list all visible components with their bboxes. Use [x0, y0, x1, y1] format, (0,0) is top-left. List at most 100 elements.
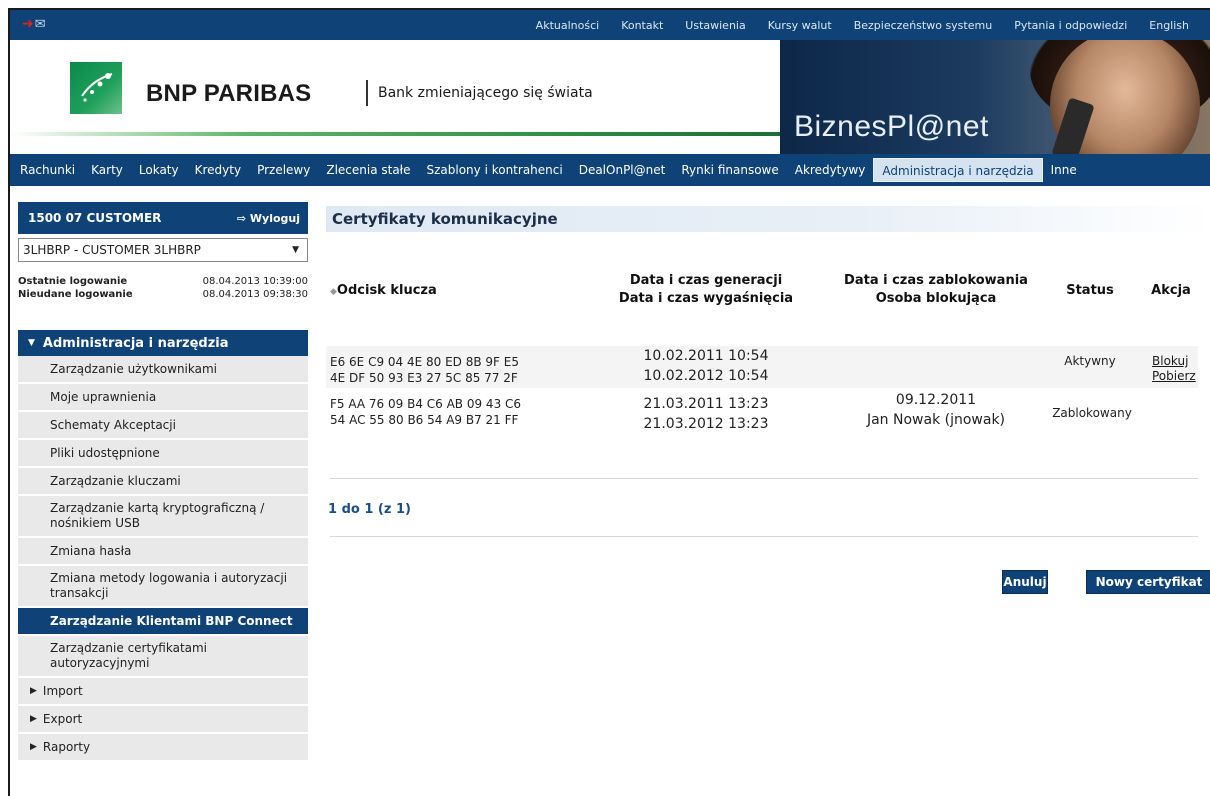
- logout-arrow-icon: ⇨: [236, 211, 250, 225]
- main-content: Certyfikaty komunikacyjne ◆Odcisk klucza…: [326, 206, 1210, 594]
- menu-item-users[interactable]: Zarządzanie użytkownikami: [18, 356, 308, 384]
- app-window: ➜✉ Aktualności Kontakt Ustawienia Kursy …: [8, 8, 1210, 796]
- new-certificate-button[interactable]: Nowy certyfikat: [1086, 570, 1210, 594]
- blocked-by: Jan Nowak (jnowak): [866, 412, 1006, 428]
- nav-other[interactable]: Inne: [1043, 158, 1085, 182]
- exit-envelope-icon[interactable]: ➜✉: [22, 16, 46, 33]
- failed-login-value: 08.04.2013 09:38:30: [202, 289, 308, 300]
- sort-icon: ◆: [330, 287, 337, 297]
- menu-item-reports[interactable]: ▶ Raporty: [18, 734, 308, 762]
- expires-date: 10.02.2012 10:54: [643, 368, 769, 384]
- menu-item-reports-label: Raporty: [42, 739, 91, 754]
- col-header-blocked-label: Data i czas zablokowania: [844, 273, 1028, 288]
- user-name: 1500 07 CUSTOMER: [28, 211, 162, 225]
- menu-section-label: Administracja i narzędzia: [42, 335, 229, 351]
- header-banner-image: BiznesPl@net: [780, 40, 1210, 160]
- generated-date: 10.02.2011 10:54: [643, 348, 769, 364]
- menu-item-import-label: Import: [42, 683, 83, 698]
- menu-item-import[interactable]: ▶ Import: [18, 678, 308, 706]
- page-title-bar: Certyfikaty komunikacyjne: [326, 206, 1210, 232]
- col-header-action: Akcja: [1151, 283, 1191, 298]
- menu-item-shared-files[interactable]: Pliki udostępnione: [18, 440, 308, 468]
- menu-section-administration[interactable]: ▼ Administracja i narzędzia: [18, 330, 308, 356]
- account-select[interactable]: 3LHBRP - CUSTOMER 3LHBRP ▼: [18, 238, 308, 262]
- nav-administration[interactable]: Administracja i narzędzia: [873, 158, 1043, 182]
- collapsed-triangle-icon: ▶: [30, 741, 37, 752]
- generated-cell: 10.02.2011 10:54 10.02.2012 10:54: [596, 346, 816, 386]
- top-nav-contact[interactable]: Kontakt: [610, 19, 674, 32]
- nav-deposits[interactable]: Lokaty: [131, 158, 187, 182]
- nav-templates[interactable]: Szablony i kontrahenci: [418, 158, 570, 182]
- menu-item-key-management[interactable]: Zarządzanie kluczami: [18, 468, 308, 496]
- top-nav-settings[interactable]: Ustawienia: [674, 19, 756, 32]
- top-nav: Aktualności Kontakt Ustawienia Kursy wal…: [525, 10, 1200, 40]
- menu-item-my-permissions[interactable]: Moje uprawnienia: [18, 384, 308, 412]
- table-row: E6 6E C9 04 4E 80 ED 8B 9F E5 4E DF 50 9…: [326, 346, 1198, 388]
- top-nav-faq[interactable]: Pytania i odpowiedzi: [1003, 19, 1138, 32]
- top-nav-english[interactable]: English: [1138, 19, 1200, 32]
- table-row: F5 AA 76 09 B4 C6 AB 09 43 C6 54 AC 55 8…: [326, 390, 1198, 438]
- col-header-blocked: Data i czas zablokowania Osoba blokująca: [826, 272, 1046, 308]
- nav-standing-orders[interactable]: Zlecenia stałe: [318, 158, 418, 182]
- col-header-generated: Data i czas generacji Data i czas wygaśn…: [596, 272, 816, 308]
- side-menu: ▼ Administracja i narzędzia Zarządzanie …: [18, 330, 308, 762]
- divider: [330, 478, 1198, 479]
- fingerprint-line-2: 4E DF 50 93 E3 27 5C 85 77 2F: [330, 371, 518, 385]
- product-name: BiznesPl@net: [794, 110, 989, 143]
- menu-item-bnp-connect[interactable]: Zarządzanie Klientami BNP Connect: [18, 608, 308, 636]
- action-cell: Blokuj Pobierz: [1152, 354, 1196, 384]
- menu-item-export[interactable]: ▶ Export: [18, 706, 308, 734]
- fingerprint-cell: F5 AA 76 09 B4 C6 AB 09 43 C6 54 AC 55 8…: [330, 396, 521, 428]
- pagination: 1 do 1 (z 1): [328, 502, 411, 517]
- nav-letters-of-credit[interactable]: Akredytywy: [787, 158, 874, 182]
- nav-accounts[interactable]: Rachunki: [12, 158, 83, 182]
- nav-cards[interactable]: Karty: [83, 158, 131, 182]
- top-nav-news[interactable]: Aktualności: [525, 19, 611, 32]
- generated-date: 21.03.2011 13:23: [643, 396, 769, 412]
- nav-transfers[interactable]: Przelewy: [249, 158, 318, 182]
- col-header-blocker-label: Osoba blokująca: [875, 291, 997, 306]
- cancel-button[interactable]: Anuluj: [1002, 570, 1048, 594]
- col-header-fingerprint[interactable]: ◆Odcisk klucza: [330, 282, 437, 301]
- sidebar: 1500 07 CUSTOMER ⇨ Wyloguj 3LHBRP - CUST…: [18, 202, 308, 762]
- generated-cell: 21.03.2011 13:23 21.03.2012 13:23: [596, 394, 816, 434]
- menu-item-login-method[interactable]: Zmiana metody logowania i autoryzacji tr…: [18, 566, 308, 608]
- header: BNP PARIBAS Bank zmieniającego się świat…: [10, 40, 1210, 160]
- menu-item-export-label: Export: [42, 711, 83, 726]
- divider: [330, 536, 1198, 537]
- blocked-date: 09.12.2011: [895, 392, 977, 408]
- expires-date: 21.03.2012 13:23: [643, 416, 769, 432]
- nav-loans[interactable]: Kredyty: [187, 158, 249, 182]
- col-header-expires-label: Data i czas wygaśnięcia: [618, 291, 794, 306]
- logout-label: Wyloguj: [249, 211, 300, 225]
- status-cell: Zablokowany: [1052, 406, 1132, 420]
- green-rule: [10, 132, 790, 136]
- user-box: 1500 07 CUSTOMER ⇨ Wyloguj: [18, 202, 308, 234]
- brand-name: BNP PARIBAS: [146, 80, 312, 107]
- logout-link[interactable]: ⇨ Wyloguj: [237, 212, 300, 225]
- menu-item-crypto-card[interactable]: Zarządzanie kartą kryptograficzną / nośn…: [18, 496, 308, 538]
- col-header-fingerprint-label: Odcisk klucza: [336, 283, 437, 298]
- brand-separator: [366, 80, 368, 106]
- menu-item-acceptance-schemes[interactable]: Schematy Akceptacji: [18, 412, 308, 440]
- col-header-status: Status: [1066, 283, 1114, 298]
- fingerprint-line-1: F5 AA 76 09 B4 C6 AB 09 43 C6: [330, 397, 522, 411]
- fingerprint-line-2: 54 AC 55 80 B6 54 A9 B7 21 FF: [330, 413, 519, 427]
- failed-login-label: Nieudane logowanie: [18, 289, 133, 300]
- nav-dealonplanet[interactable]: DealOnPl@net: [571, 158, 674, 182]
- download-link[interactable]: Pobierz: [1152, 369, 1196, 384]
- login-info: Ostatnie logowanie 08.04.2013 10:39:00 N…: [18, 276, 308, 300]
- blocked-cell: 09.12.2011 Jan Nowak (jnowak): [826, 390, 1046, 430]
- expanded-triangle-icon: ▼: [28, 338, 35, 348]
- last-login-value: 08.04.2013 10:39:00: [202, 276, 308, 287]
- nav-financial-markets[interactable]: Rynki finansowe: [673, 158, 786, 182]
- dropdown-arrow-icon: ▼: [292, 245, 299, 255]
- status-cell: Aktywny: [1064, 354, 1116, 368]
- block-link[interactable]: Blokuj: [1152, 354, 1196, 369]
- top-nav-security[interactable]: Bezpieczeństwo systemu: [843, 19, 1003, 32]
- menu-item-auth-certificates[interactable]: Zarządzanie certyfikatami autoryzacyjnym…: [18, 636, 308, 678]
- last-login-label: Ostatnie logowanie: [18, 276, 128, 287]
- top-nav-exchange-rates[interactable]: Kursy walut: [757, 19, 843, 32]
- menu-item-change-password[interactable]: Zmiana hasła: [18, 538, 308, 566]
- collapsed-triangle-icon: ▶: [30, 685, 37, 696]
